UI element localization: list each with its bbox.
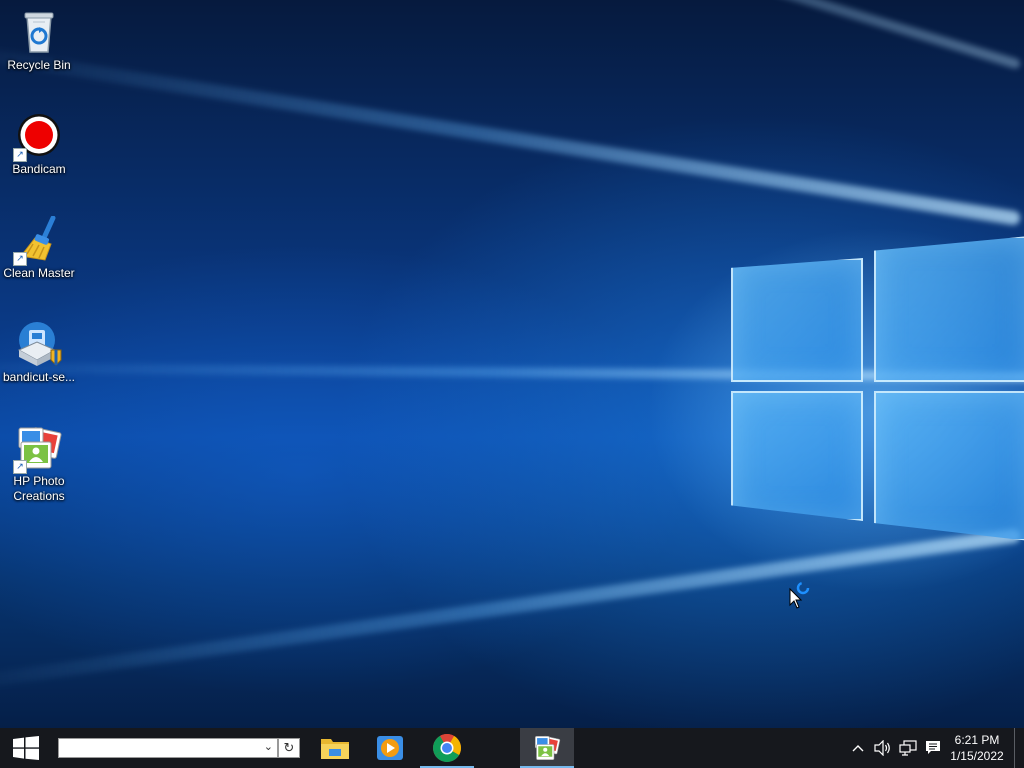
windows-start-icon [13,736,39,760]
search-box[interactable]: ⌄ [58,738,278,758]
taskbar-media-player[interactable] [364,728,416,768]
action-center-button[interactable] [922,728,944,768]
show-hidden-icons-button[interactable] [848,728,868,768]
chevron-down-icon[interactable]: ⌄ [264,740,273,753]
search-input[interactable] [63,740,257,758]
desktop-icon-label: HP Photo Creations [13,474,65,503]
clock-time: 6:21 PM [954,733,1000,747]
refresh-icon: ↻ [283,740,295,755]
wallpaper-beam [0,528,1021,696]
desktop-icon-hp-photo-creations[interactable]: ↗ HP Photo Creations [0,424,78,504]
desktop-icon-bandicam[interactable]: ↗ Bandicam [0,112,78,177]
shortcut-arrow-icon: ↗ [13,460,27,474]
desktop-icon-label: Recycle Bin [7,58,71,72]
desktop-icon-bandicut-setup[interactable]: bandicut-se... [0,320,78,385]
wallpaper-beam [0,362,1024,382]
file-explorer-icon [321,739,349,759]
clock-date: 1/15/2022 [950,749,1004,763]
wallpaper-windows-logo-pane [874,236,1024,382]
taskbar-hp-photo-creations[interactable] [520,728,574,768]
volume-icon [874,740,890,756]
wallpaper-beam [0,0,1022,70]
taskbar: ⌄ ↻ 6:21 PM 1/15/2022 [0,728,1024,768]
wallpaper-beam [0,40,1022,226]
refresh-button[interactable]: ↻ [278,738,300,758]
desktop-icon-label: Clean Master [3,266,75,280]
wallpaper-windows-logo-pane [731,391,863,521]
clock[interactable]: 6:21 PM 1/15/2022 [946,732,1008,764]
network-icon [899,740,917,756]
volume-button[interactable] [872,728,894,768]
start-button[interactable] [0,728,52,768]
media-player-icon [377,736,403,760]
shortcut-arrow-icon: ↗ [13,148,27,162]
chevron-up-icon [852,745,864,752]
chrome-icon [433,734,461,762]
notifications-icon [926,741,940,754]
desktop-icon-label: bandicut-se... [2,370,76,384]
desktop-icon-clean-master[interactable]: ↗ Clean Master [0,215,78,281]
desktop-icon-recycle-bin[interactable]: Recycle Bin [0,8,78,73]
mouse-cursor-busy-icon [789,581,815,616]
wallpaper-windows-logo-pane [731,258,863,382]
bandicut-setup-icon [17,322,62,366]
wallpaper-windows-logo-pane [874,391,1024,541]
shortcut-arrow-icon: ↗ [13,252,27,266]
taskbar-file-explorer[interactable] [309,728,361,768]
hp-photo-creations-icon [535,735,561,760]
recycle-bin-icon [24,12,54,53]
desktop[interactable]: Recycle Bin ↗ Bandicam ↗ Clean Master ba… [0,0,1024,728]
desktop-icon-label: Bandicam [12,162,66,176]
network-button[interactable] [897,728,919,768]
show-desktop-button[interactable] [1014,728,1024,768]
taskbar-chrome[interactable] [420,728,474,768]
